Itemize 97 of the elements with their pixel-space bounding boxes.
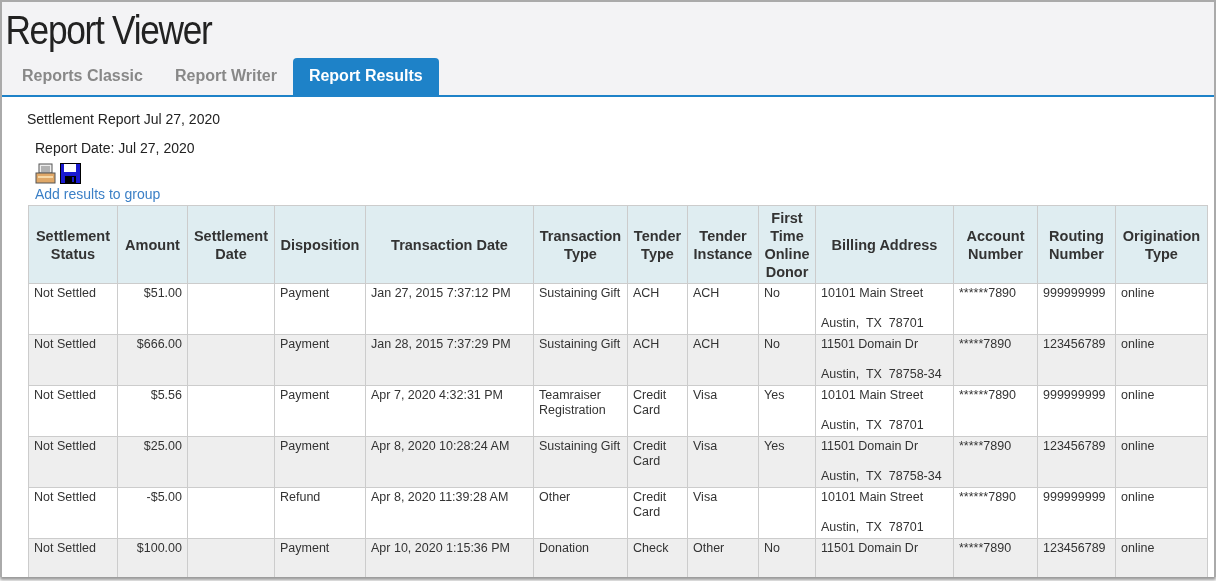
column-header: Tender Instance — [687, 205, 759, 284]
table-cell: Payment — [274, 538, 366, 577]
table-cell: Other — [533, 487, 628, 539]
table-cell: Apr 8, 2020 11:39:28 AM — [365, 487, 534, 539]
table-cell: Sustaining Gift — [533, 283, 628, 335]
table-cell: online — [1115, 538, 1208, 577]
table-cell: 999999999 — [1037, 385, 1116, 437]
table-cell: No — [758, 283, 816, 335]
tab[interactable]: Report Results — [292, 58, 439, 95]
table-cell: Donation — [533, 538, 628, 577]
table-cell: 123456789 — [1037, 334, 1116, 386]
table-cell: Teamraiser Registration — [533, 385, 628, 437]
table-cell: Jan 28, 2015 7:37:29 PM — [365, 334, 534, 386]
table-cell: online — [1115, 334, 1208, 386]
address-line: 10101 Main Street — [821, 388, 925, 403]
table-cell: ACH — [627, 283, 688, 335]
table-cell: Not Settled — [28, 436, 118, 488]
table-cell: Visa — [687, 385, 759, 437]
table-cell: online — [1115, 436, 1208, 488]
address-line: 10101 Main Street — [821, 490, 925, 505]
table-cell: No — [758, 334, 816, 386]
column-header: Settlement Date — [187, 205, 275, 284]
column-header: Tender Type — [627, 205, 688, 284]
table-cell: online — [1115, 385, 1208, 437]
column-header: Account Number — [953, 205, 1038, 284]
tab[interactable]: Report Writer — [158, 58, 293, 95]
table-cell: $51.00 — [117, 283, 188, 335]
table-cell: Not Settled — [28, 334, 118, 386]
table-cell: No — [758, 538, 816, 577]
page-title: Report Viewer — [4, 6, 213, 55]
table-cell: Sustaining Gift — [533, 334, 628, 386]
table-cell: Payment — [274, 283, 366, 335]
column-header: Amount — [117, 205, 188, 284]
address-line: 11501 Domain Dr — [821, 337, 920, 352]
table-cell: ACH — [627, 334, 688, 386]
table-cell: 123456789 — [1037, 436, 1116, 488]
table-cell: Other — [687, 538, 759, 577]
table-cell: $666.00 — [117, 334, 188, 386]
table-cell: *****7890 — [953, 334, 1038, 386]
table-cell: Yes — [758, 385, 816, 437]
address-line: Austin, TX 78701 — [821, 418, 925, 433]
table-cell: Payment — [274, 436, 366, 488]
table-cell: 999999999 — [1037, 487, 1116, 539]
table-cell: 999999999 — [1037, 283, 1116, 335]
tab[interactable]: Reports Classic — [6, 58, 159, 95]
table-cell: online — [1115, 487, 1208, 539]
table-cell: -$5.00 — [117, 487, 188, 539]
table-cell: ******7890 — [953, 283, 1038, 335]
column-header: Transaction Type — [533, 205, 628, 284]
table-cell: Payment — [274, 385, 366, 437]
table-cell: ******7890 — [953, 385, 1038, 437]
address-line: Austin, TX 78758-34 — [821, 367, 943, 382]
column-header: Billing Address — [815, 205, 954, 284]
table-cell: Apr 7, 2020 4:32:31 PM — [365, 385, 534, 437]
table-cell: $5.56 — [117, 385, 188, 437]
table-cell: Credit Card — [627, 436, 688, 488]
column-header: Settlement Status — [28, 205, 118, 284]
table-cell: Credit Card — [627, 385, 688, 437]
column-header: Routing Number — [1037, 205, 1116, 284]
table-cell: Not Settled — [28, 283, 118, 335]
column-header: Disposition — [274, 205, 366, 284]
column-header: Transaction Date — [365, 205, 534, 284]
printer-icon[interactable] — [35, 163, 56, 184]
table-cell: Visa — [687, 487, 759, 539]
table-cell: Visa — [687, 436, 759, 488]
address-line: 10101 Main Street — [821, 286, 925, 301]
table-cell: Apr 10, 2020 1:15:36 PM — [365, 538, 534, 577]
address-line: 11501 Domain Dr — [821, 541, 920, 556]
table-cell: Apr 8, 2020 10:28:24 AM — [365, 436, 534, 488]
address-line: Austin, TX 78701 — [821, 520, 925, 535]
table-cell: ACH — [687, 334, 759, 386]
table-cell: Not Settled — [28, 385, 118, 437]
address-line: Austin, TX 78701 — [821, 316, 925, 331]
column-header: First Time Online Donor — [758, 205, 816, 284]
column-header: Origination Type — [1115, 205, 1208, 284]
report-title: Settlement Report Jul 27, 2020 — [27, 110, 221, 129]
table-cell: *****7890 — [953, 436, 1038, 488]
table-cell: Sustaining Gift — [533, 436, 628, 488]
table-cell: ******7890 — [953, 487, 1038, 539]
table-cell: Not Settled — [28, 487, 118, 539]
address-line: Austin, TX 78758-34 — [821, 469, 943, 484]
table-cell: $100.00 — [117, 538, 188, 577]
add-to-group-link[interactable]: Add results to group — [35, 186, 161, 202]
report-date: Report Date: Jul 27, 2020 — [35, 139, 196, 158]
table-cell: online — [1115, 283, 1208, 335]
table-cell: Refund — [274, 487, 366, 539]
table-cell: Yes — [758, 436, 816, 488]
table-cell: Check — [627, 538, 688, 577]
table-cell: Jan 27, 2015 7:37:12 PM — [365, 283, 534, 335]
table-cell: ACH — [687, 283, 759, 335]
table-cell: Credit Card — [627, 487, 688, 539]
address-line: 11501 Domain Dr — [821, 439, 920, 454]
table-cell: 123456789 — [1037, 538, 1116, 577]
table-cell: *****7890 — [953, 538, 1038, 577]
table-cell: $25.00 — [117, 436, 188, 488]
table-cell: Payment — [274, 334, 366, 386]
table-cell: Not Settled — [28, 538, 118, 577]
